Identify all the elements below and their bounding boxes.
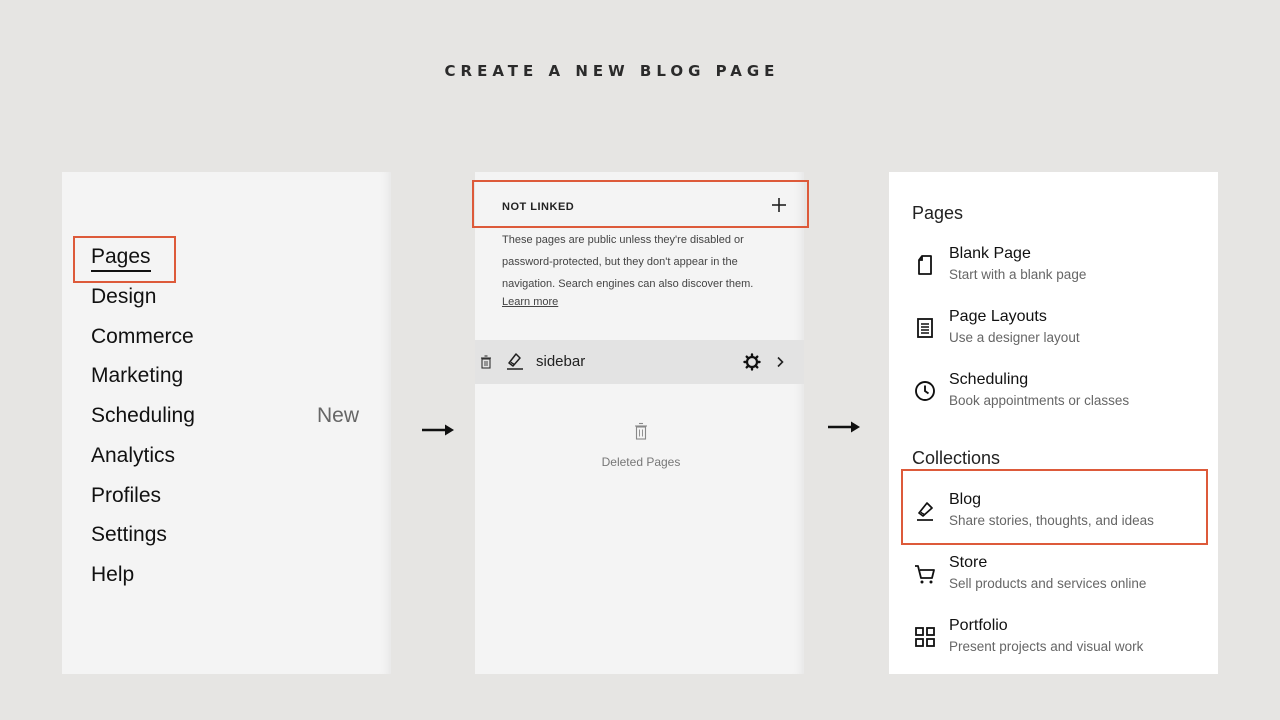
page-row-label: sidebar xyxy=(536,353,586,370)
trash-icon[interactable] xyxy=(480,355,492,369)
page-layouts-icon xyxy=(917,318,933,338)
nav-item-marketing[interactable]: Marketing xyxy=(91,364,183,388)
store-option[interactable]: Store Sell products and services online xyxy=(889,554,1218,614)
option-subtitle: Book appointments or classes xyxy=(949,393,1130,408)
deleted-pages-button[interactable]: Deleted Pages xyxy=(475,422,807,469)
add-page-panel: Pages Blank Page Start with a blank page… xyxy=(889,172,1218,674)
page-title: CREATE A NEW BLOG PAGE xyxy=(444,62,780,80)
trash-icon xyxy=(635,422,647,440)
option-subtitle: Use a designer layout xyxy=(949,330,1080,345)
not-linked-panel: NOT LINKED These pages are public unless… xyxy=(475,172,804,674)
option-title: Scheduling xyxy=(949,371,1029,388)
option-title: Store xyxy=(949,554,988,571)
nav-item-settings[interactable]: Settings xyxy=(91,523,167,547)
learn-more-link[interactable]: Learn more xyxy=(502,296,558,308)
cart-icon xyxy=(915,565,935,584)
not-linked-highlight-box xyxy=(472,180,809,228)
blog-icon xyxy=(507,353,523,370)
option-title: Blank Page xyxy=(949,245,1031,262)
nav-item-design[interactable]: Design xyxy=(91,285,156,309)
right-arrow-icon xyxy=(422,424,454,436)
nav-item-scheduling[interactable]: Scheduling xyxy=(91,404,195,428)
nav-item-help[interactable]: Help xyxy=(91,563,134,587)
blog-highlight-box xyxy=(901,469,1208,545)
new-badge: New xyxy=(317,404,360,427)
page-row-sidebar[interactable]: sidebar xyxy=(475,340,804,384)
collections-section-title: Collections xyxy=(912,448,1001,468)
gear-icon[interactable] xyxy=(743,353,761,371)
option-title: Portfolio xyxy=(949,617,1008,634)
not-linked-description: These pages are public unless they're di… xyxy=(502,234,754,290)
deleted-pages-label: Deleted Pages xyxy=(601,455,681,469)
option-subtitle: Sell products and services online xyxy=(949,576,1147,591)
nav-item-analytics[interactable]: Analytics xyxy=(91,444,175,468)
blank-page-icon xyxy=(918,255,932,275)
portfolio-option[interactable]: Portfolio Present projects and visual wo… xyxy=(889,617,1218,677)
pages-section-title: Pages xyxy=(912,203,964,223)
nav-item-profiles[interactable]: Profiles xyxy=(91,484,161,508)
page-layouts-option[interactable]: Page Layouts Use a designer layout xyxy=(889,308,1218,368)
option-title: Page Layouts xyxy=(949,308,1047,325)
right-arrow-icon xyxy=(828,421,860,433)
clock-icon xyxy=(915,381,935,401)
option-subtitle: Start with a blank page xyxy=(949,267,1087,282)
pages-highlight-box xyxy=(73,236,176,283)
grid-icon xyxy=(915,627,935,647)
nav-item-commerce[interactable]: Commerce xyxy=(91,325,194,349)
option-subtitle: Present projects and visual work xyxy=(949,639,1144,654)
blank-page-option[interactable]: Blank Page Start with a blank page xyxy=(889,245,1218,305)
chevron-right-icon[interactable] xyxy=(775,356,785,368)
scheduling-option[interactable]: Scheduling Book appointments or classes xyxy=(889,371,1218,431)
